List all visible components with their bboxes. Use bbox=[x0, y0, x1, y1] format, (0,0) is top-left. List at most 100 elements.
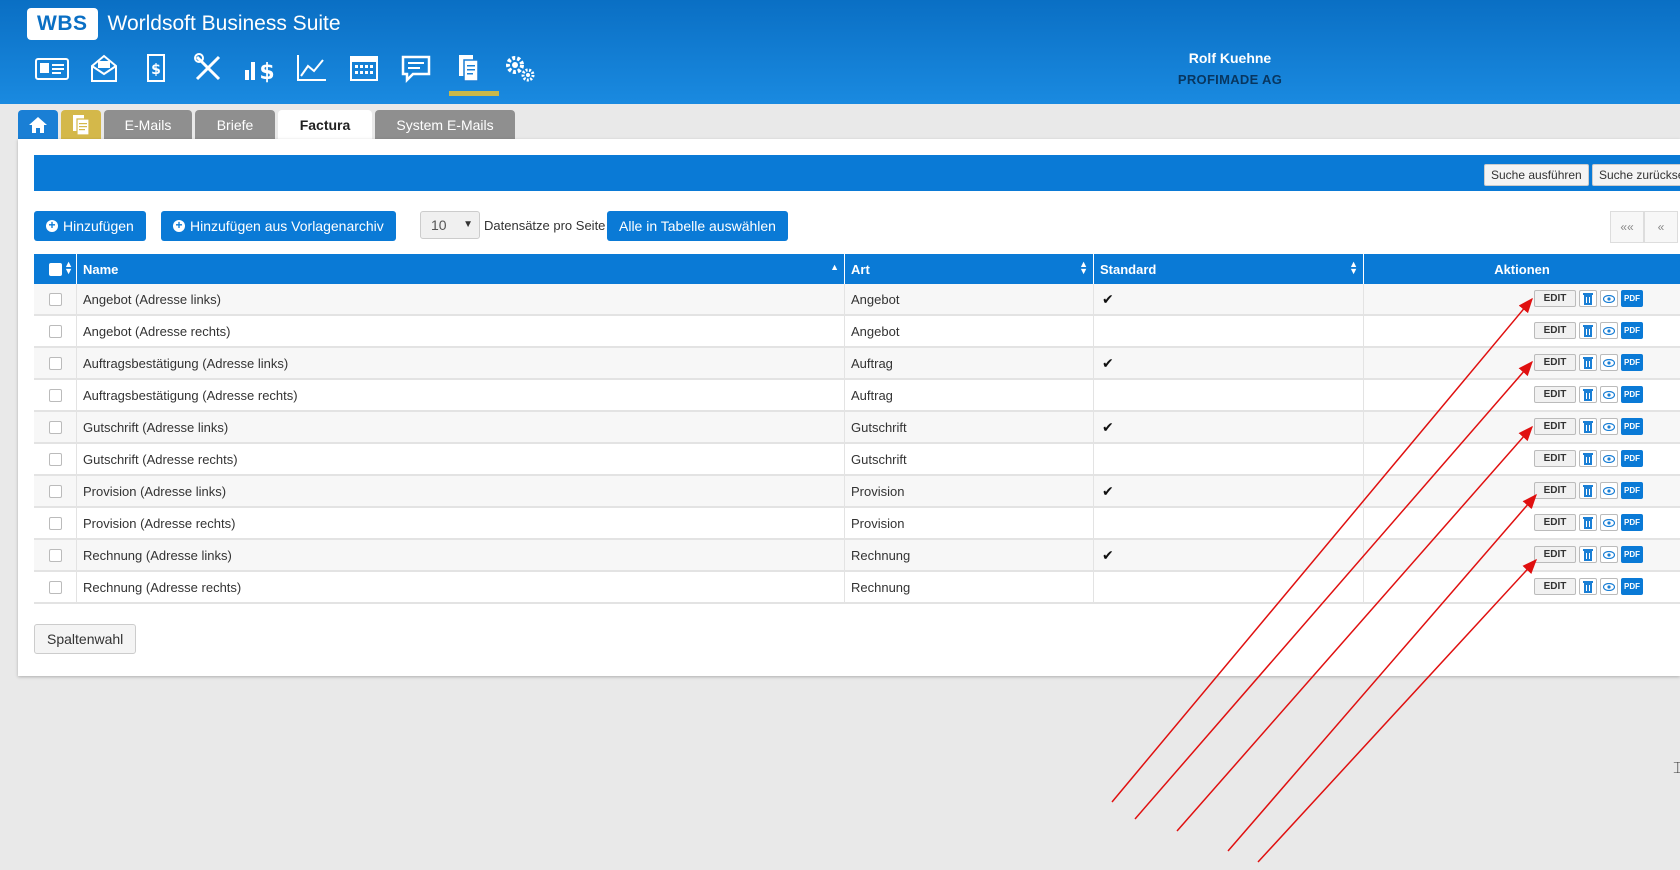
row-checkbox[interactable] bbox=[48, 324, 62, 338]
chat-icon[interactable] bbox=[390, 52, 442, 96]
check-icon: ✔ bbox=[1102, 546, 1114, 563]
pdf-button[interactable]: PDF bbox=[1621, 418, 1643, 435]
cell-actions: EDIT PDF bbox=[1364, 412, 1680, 442]
pdf-button[interactable]: PDF bbox=[1621, 354, 1643, 371]
pdf-button[interactable]: PDF bbox=[1621, 578, 1643, 595]
row-checkbox[interactable] bbox=[48, 292, 62, 306]
pdf-button[interactable]: PDF bbox=[1621, 546, 1643, 563]
table-body: Angebot (Adresse links) Angebot ✔ EDIT P… bbox=[34, 284, 1680, 604]
add-button-label: Hinzufügen bbox=[63, 218, 134, 234]
documents-icon[interactable] bbox=[442, 52, 499, 96]
edit-button[interactable]: EDIT bbox=[1534, 418, 1576, 435]
row-checkbox[interactable] bbox=[48, 388, 62, 402]
preview-eye-icon[interactable] bbox=[1600, 578, 1618, 595]
pdf-button[interactable]: PDF bbox=[1621, 290, 1643, 307]
tab-home[interactable] bbox=[18, 110, 58, 139]
pdf-button[interactable]: PDF bbox=[1621, 322, 1643, 339]
content-panel: Suche ausführen Suche zurücksetze + Hinz… bbox=[18, 139, 1680, 676]
tab-briefe[interactable]: Briefe bbox=[195, 110, 275, 139]
preview-eye-icon[interactable] bbox=[1600, 322, 1618, 339]
edit-button[interactable]: EDIT bbox=[1534, 514, 1576, 531]
select-all-button[interactable]: Alle in Tabelle auswählen bbox=[607, 211, 788, 241]
tab-documents[interactable] bbox=[61, 110, 101, 139]
preview-eye-icon[interactable] bbox=[1600, 546, 1618, 563]
add-from-archive-button[interactable]: + Hinzufügen aus Vorlagenarchiv bbox=[161, 211, 396, 241]
delete-icon[interactable] bbox=[1579, 322, 1597, 339]
search-execute-button[interactable]: Suche ausführen bbox=[1484, 164, 1589, 186]
row-checkbox-cell bbox=[34, 380, 77, 410]
delete-icon[interactable] bbox=[1579, 418, 1597, 435]
preview-eye-icon[interactable] bbox=[1600, 514, 1618, 531]
column-select-button[interactable]: Spaltenwahl bbox=[34, 624, 137, 654]
edit-button[interactable]: EDIT bbox=[1534, 322, 1576, 339]
cell-name: Gutschrift (Adresse rechts) bbox=[77, 444, 845, 474]
edit-button[interactable]: EDIT bbox=[1534, 482, 1576, 499]
page-size-select[interactable]: 10 ▼ bbox=[420, 211, 480, 239]
chart-icon[interactable] bbox=[286, 52, 338, 96]
row-checkbox[interactable] bbox=[48, 420, 62, 434]
preview-eye-icon[interactable] bbox=[1600, 386, 1618, 403]
delete-icon[interactable] bbox=[1579, 546, 1597, 563]
cell-art: Gutschrift bbox=[845, 444, 1094, 474]
app-logo[interactable]: WBS Worldsoft Business Suite bbox=[27, 8, 341, 40]
preview-eye-icon[interactable] bbox=[1600, 482, 1618, 499]
finance-icon[interactable]: $ bbox=[234, 52, 286, 96]
preview-eye-icon[interactable] bbox=[1600, 290, 1618, 307]
delete-icon[interactable] bbox=[1579, 482, 1597, 499]
pager-prev-button[interactable]: « bbox=[1644, 211, 1678, 243]
column-header-art[interactable]: Art ▲ ▼ bbox=[845, 254, 1094, 284]
table-row: Auftragsbestätigung (Adresse rechts) Auf… bbox=[34, 380, 1680, 412]
edit-button[interactable]: EDIT bbox=[1534, 578, 1576, 595]
table-row: Provision (Adresse rechts) Provision EDI… bbox=[34, 508, 1680, 540]
preview-eye-icon[interactable] bbox=[1600, 354, 1618, 371]
table-row: Rechnung (Adresse rechts) Rechnung EDIT … bbox=[34, 572, 1680, 604]
sort-icon[interactable]: ▲ ▼ bbox=[64, 260, 73, 276]
settings-icon[interactable] bbox=[494, 52, 546, 96]
tools-icon[interactable] bbox=[182, 52, 234, 96]
delete-icon[interactable] bbox=[1579, 386, 1597, 403]
search-reset-button[interactable]: Suche zurücksetze bbox=[1592, 164, 1680, 186]
tab-system-emails[interactable]: System E-Mails bbox=[375, 110, 515, 139]
add-button[interactable]: + Hinzufügen bbox=[34, 211, 146, 241]
invoice-icon[interactable]: $ bbox=[130, 52, 182, 96]
row-checkbox[interactable] bbox=[48, 516, 62, 530]
user-company: PROFIMADE AG bbox=[1177, 72, 1283, 87]
row-checkbox-cell bbox=[34, 572, 77, 602]
column-header-standard[interactable]: Standard ▲ ▼ bbox=[1094, 254, 1364, 284]
delete-icon[interactable] bbox=[1579, 354, 1597, 371]
cell-actions: EDIT PDF bbox=[1364, 540, 1680, 570]
logo-badge: WBS bbox=[27, 8, 98, 40]
delete-icon[interactable] bbox=[1579, 514, 1597, 531]
cell-standard: ✔ bbox=[1094, 412, 1364, 442]
preview-eye-icon[interactable] bbox=[1600, 450, 1618, 467]
row-checkbox[interactable] bbox=[48, 484, 62, 498]
select-all-checkbox[interactable] bbox=[48, 262, 62, 276]
delete-icon[interactable] bbox=[1579, 578, 1597, 595]
table-row: Auftragsbestätigung (Adresse links) Auft… bbox=[34, 348, 1680, 380]
pdf-button[interactable]: PDF bbox=[1621, 450, 1643, 467]
tab-factura[interactable]: Factura bbox=[278, 110, 372, 139]
table-row: Angebot (Adresse rechts) Angebot EDIT PD… bbox=[34, 316, 1680, 348]
mail-icon[interactable] bbox=[78, 52, 130, 96]
tab-emails[interactable]: E-Mails bbox=[104, 110, 192, 139]
delete-icon[interactable] bbox=[1579, 290, 1597, 307]
contacts-icon[interactable] bbox=[26, 52, 78, 96]
row-checkbox-cell bbox=[34, 540, 77, 570]
pdf-button[interactable]: PDF bbox=[1621, 386, 1643, 403]
pager-first-button[interactable]: «« bbox=[1610, 211, 1644, 243]
preview-eye-icon[interactable] bbox=[1600, 418, 1618, 435]
edit-button[interactable]: EDIT bbox=[1534, 386, 1576, 403]
row-checkbox[interactable] bbox=[48, 548, 62, 562]
edit-button[interactable]: EDIT bbox=[1534, 354, 1576, 371]
pdf-button[interactable]: PDF bbox=[1621, 514, 1643, 531]
column-header-name[interactable]: Name ▲ bbox=[77, 254, 845, 284]
edit-button[interactable]: EDIT bbox=[1534, 546, 1576, 563]
edit-button[interactable]: EDIT bbox=[1534, 450, 1576, 467]
pdf-button[interactable]: PDF bbox=[1621, 482, 1643, 499]
calendar-icon[interactable] bbox=[338, 52, 390, 96]
row-checkbox[interactable] bbox=[48, 580, 62, 594]
edit-button[interactable]: EDIT bbox=[1534, 290, 1576, 307]
row-checkbox[interactable] bbox=[48, 452, 62, 466]
delete-icon[interactable] bbox=[1579, 450, 1597, 467]
row-checkbox[interactable] bbox=[48, 356, 62, 370]
